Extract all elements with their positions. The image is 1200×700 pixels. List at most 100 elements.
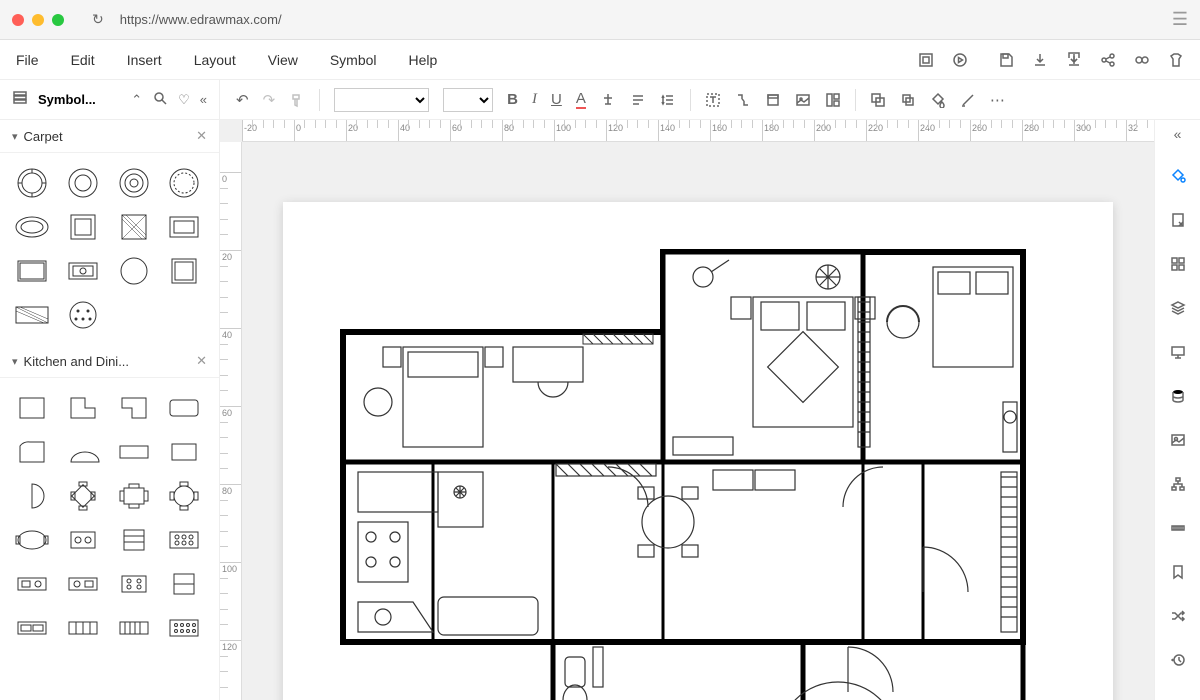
tree-icon[interactable] bbox=[1164, 470, 1192, 498]
font-color-icon[interactable]: A bbox=[576, 90, 586, 109]
carpet-shape[interactable] bbox=[164, 165, 204, 201]
history-icon[interactable] bbox=[1164, 646, 1192, 674]
presentation-panel-icon[interactable] bbox=[1164, 338, 1192, 366]
kitchen-shape[interactable] bbox=[114, 610, 154, 646]
kitchen-shape[interactable] bbox=[63, 434, 103, 470]
picture-panel-icon[interactable] bbox=[1164, 426, 1192, 454]
carpet-shape[interactable] bbox=[12, 165, 52, 201]
kitchen-shape[interactable] bbox=[164, 610, 204, 646]
align-icon[interactable] bbox=[630, 92, 646, 108]
grid-panel-icon[interactable] bbox=[1164, 250, 1192, 278]
export-icon[interactable] bbox=[1066, 52, 1082, 68]
floorplan-drawing[interactable] bbox=[283, 202, 1113, 700]
kitchen-shape[interactable] bbox=[63, 566, 103, 602]
browser-menu-icon[interactable]: ☰ bbox=[1172, 9, 1188, 30]
carpet-shape[interactable] bbox=[63, 209, 103, 245]
group-icon[interactable] bbox=[870, 92, 886, 108]
kitchen-shape[interactable] bbox=[63, 478, 103, 514]
font-family-select[interactable] bbox=[334, 88, 429, 112]
layout-icon[interactable] bbox=[825, 92, 841, 108]
carpet-shape[interactable] bbox=[63, 253, 103, 289]
save-icon[interactable] bbox=[998, 52, 1014, 68]
image-icon[interactable] bbox=[795, 92, 811, 108]
collapse-left-icon[interactable]: « bbox=[200, 92, 207, 107]
tshirt-icon[interactable] bbox=[1168, 52, 1184, 68]
kitchen-shape[interactable] bbox=[12, 434, 52, 470]
menu-symbol[interactable]: Symbol bbox=[330, 52, 377, 68]
carpet-shape[interactable] bbox=[164, 209, 204, 245]
italic-icon[interactable]: I bbox=[532, 91, 537, 108]
undo-icon[interactable]: ↶ bbox=[236, 91, 249, 109]
search-icon[interactable] bbox=[152, 90, 168, 109]
kitchen-shape[interactable] bbox=[114, 522, 154, 558]
kitchen-shape[interactable] bbox=[164, 434, 204, 470]
carpet-shape[interactable] bbox=[12, 297, 52, 333]
fill-icon[interactable] bbox=[930, 92, 946, 108]
fit-screen-icon[interactable] bbox=[918, 52, 934, 68]
carpet-shape[interactable] bbox=[164, 253, 204, 289]
kitchen-shape[interactable] bbox=[63, 610, 103, 646]
menu-help[interactable]: Help bbox=[409, 52, 438, 68]
close-icon[interactable]: ✕ bbox=[196, 353, 207, 369]
font-size-select[interactable] bbox=[443, 88, 493, 112]
kitchen-shape[interactable] bbox=[114, 478, 154, 514]
kitchen-shape[interactable] bbox=[12, 478, 52, 514]
bold-icon[interactable]: B bbox=[507, 91, 518, 108]
highlight-icon[interactable] bbox=[600, 92, 616, 108]
data-icon[interactable] bbox=[1164, 382, 1192, 410]
carpet-shape[interactable] bbox=[12, 209, 52, 245]
collapse-up-icon[interactable]: ⌃ bbox=[131, 92, 142, 108]
kitchen-shape[interactable] bbox=[114, 434, 154, 470]
kitchen-shape[interactable] bbox=[12, 566, 52, 602]
kitchen-shape[interactable] bbox=[63, 522, 103, 558]
menu-file[interactable]: File bbox=[16, 52, 39, 68]
kitchen-shape[interactable] bbox=[63, 390, 103, 426]
menu-view[interactable]: View bbox=[268, 52, 298, 68]
arrange-icon[interactable] bbox=[900, 92, 916, 108]
download-icon[interactable] bbox=[1032, 52, 1048, 68]
close-icon[interactable]: ✕ bbox=[196, 128, 207, 144]
window-minimize[interactable] bbox=[32, 14, 44, 26]
kitchen-shape[interactable] bbox=[114, 566, 154, 602]
dimensions-icon[interactable] bbox=[1164, 514, 1192, 542]
fill-style-icon[interactable] bbox=[1164, 162, 1192, 190]
kitchen-shape[interactable] bbox=[12, 522, 52, 558]
play-icon[interactable] bbox=[952, 52, 968, 68]
window-close[interactable] bbox=[12, 14, 24, 26]
carpet-shape[interactable] bbox=[63, 165, 103, 201]
kitchen-header[interactable]: ▾ Kitchen and Dini... ✕ bbox=[0, 345, 219, 378]
window-maximize[interactable] bbox=[52, 14, 64, 26]
line-spacing-icon[interactable] bbox=[660, 92, 676, 108]
kitchen-shape[interactable] bbox=[12, 390, 52, 426]
layers-icon[interactable] bbox=[1164, 294, 1192, 322]
menu-insert[interactable]: Insert bbox=[127, 52, 162, 68]
format-painter-icon[interactable] bbox=[289, 92, 305, 108]
redo-icon[interactable]: ↷ bbox=[263, 91, 276, 109]
bookmark-icon[interactable] bbox=[1164, 558, 1192, 586]
drawing-page[interactable] bbox=[283, 202, 1113, 700]
kitchen-shape[interactable] bbox=[164, 566, 204, 602]
shuffle-icon[interactable] bbox=[1164, 602, 1192, 630]
carpet-shape[interactable] bbox=[114, 253, 154, 289]
share-icon[interactable] bbox=[1100, 52, 1116, 68]
page-settings-icon[interactable] bbox=[1164, 206, 1192, 234]
shape-container-icon[interactable] bbox=[765, 92, 781, 108]
underline-icon[interactable]: U bbox=[551, 91, 562, 108]
menu-layout[interactable]: Layout bbox=[194, 52, 236, 68]
canvas-scroll[interactable] bbox=[242, 142, 1154, 700]
carpet-shape[interactable] bbox=[63, 297, 103, 333]
connector-icon[interactable] bbox=[735, 92, 751, 108]
carpet-header[interactable]: ▾ Carpet ✕ bbox=[0, 120, 219, 153]
menu-edit[interactable]: Edit bbox=[71, 52, 95, 68]
kitchen-shape[interactable] bbox=[164, 478, 204, 514]
text-tool-icon[interactable] bbox=[705, 92, 721, 108]
line-style-icon[interactable] bbox=[960, 92, 976, 108]
url-bar[interactable]: https://www.edrawmax.com/ bbox=[120, 12, 1164, 27]
carpet-shape[interactable] bbox=[114, 209, 154, 245]
kitchen-shape[interactable] bbox=[12, 610, 52, 646]
kitchen-shape[interactable] bbox=[164, 522, 204, 558]
refresh-icon[interactable]: ↻ bbox=[92, 11, 104, 28]
collapse-right-icon[interactable]: « bbox=[1174, 126, 1182, 142]
kitchen-shape[interactable] bbox=[114, 390, 154, 426]
carpet-shape[interactable] bbox=[12, 253, 52, 289]
